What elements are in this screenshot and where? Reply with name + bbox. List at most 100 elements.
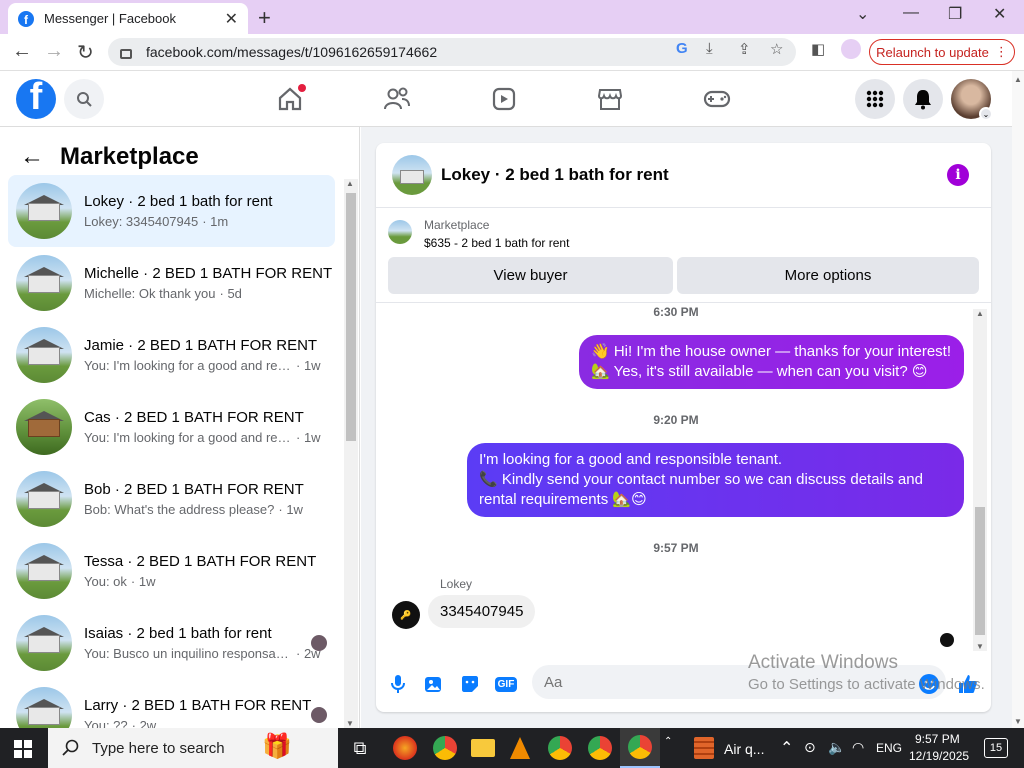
tab-search-chevron-icon[interactable]: ⌄ <box>856 4 869 24</box>
microphone-icon[interactable] <box>386 672 410 696</box>
show-hidden-icons[interactable]: ⌃ <box>780 738 793 758</box>
notification-center-icon[interactable]: 15 <box>984 738 1008 758</box>
weather-icon <box>694 737 714 759</box>
browser-tab[interactable]: f Messenger | Facebook ✕ <box>8 3 248 34</box>
conversation-item[interactable]: Bob · 2 BED 1 BATH FOR RENT Bob: What's … <box>8 463 335 535</box>
relaunch-button[interactable]: Relaunch to update ⋮ <box>869 39 1015 65</box>
volume-icon[interactable]: 🔈 <box>828 739 845 756</box>
account-avatar[interactable]: ⌄ <box>951 79 993 121</box>
chevron-down-icon: ⌄ <box>979 107 993 121</box>
reload-icon[interactable]: ↻ <box>77 40 94 65</box>
chrome-profile-icon[interactable] <box>580 728 620 768</box>
conversation-preview: Lokey: 3345407945 <box>84 214 199 229</box>
friends-icon[interactable] <box>382 84 412 114</box>
listing-thumbnail[interactable] <box>388 220 412 244</box>
conversation-age: · 5d <box>219 286 242 301</box>
timestamp: 9:57 PM <box>653 541 699 555</box>
maximize-icon[interactable]: ❐ <box>948 4 962 24</box>
conversation-age: · 1w <box>296 358 321 373</box>
google-icon[interactable]: G <box>676 40 688 57</box>
taskbar-search[interactable]: Type here to search 🎁 <box>48 728 338 768</box>
conversation-item[interactable]: Michelle · 2 BED 1 BATH FOR RENT Michell… <box>8 247 335 319</box>
side-panel-icon[interactable]: ◧ <box>811 40 825 58</box>
photo-gallery-icon[interactable] <box>422 672 446 696</box>
scrollbar-thumb[interactable] <box>975 507 985 635</box>
info-icon[interactable]: i <box>947 164 969 186</box>
listing-price-title[interactable]: $635 - 2 bed 1 bath for rent <box>424 236 569 250</box>
outgoing-message[interactable]: 👋 Hi! I'm the house owner — thanks for y… <box>579 335 964 389</box>
conversation-item[interactable]: Cas · 2 BED 1 BATH FOR RENT You: I'm loo… <box>8 391 335 463</box>
scroll-down-icon[interactable]: ▼ <box>346 719 354 728</box>
more-options-button[interactable]: More options <box>677 257 979 294</box>
conversation-preview: You: ok <box>84 574 127 589</box>
scroll-down-icon[interactable]: ▼ <box>976 642 984 651</box>
incoming-message[interactable]: 3345407945 <box>428 595 536 628</box>
seen-avatar <box>311 707 327 723</box>
windows-start-icon[interactable] <box>14 740 32 758</box>
scroll-down-icon[interactable]: ▼ <box>1014 717 1022 726</box>
conversation-item[interactable]: Jamie · 2 BED 1 BATH FOR RENT You: I'm l… <box>8 319 335 391</box>
outgoing-message[interactable]: I'm looking for a good and responsible t… <box>467 443 964 517</box>
conversation-item[interactable]: Larry · 2 BED 1 BATH FOR RENT You: ?? · 2… <box>8 679 335 728</box>
back-arrow-icon[interactable]: ← <box>20 143 44 171</box>
conversation-name: Bob · 2 BED 1 BATH FOR RENT <box>84 481 304 498</box>
task-view-icon[interactable]: ⧉ <box>340 728 380 768</box>
minimize-icon[interactable]: — <box>903 4 919 22</box>
clock-time[interactable]: 9:57 PM <box>915 732 960 746</box>
chrome-active-icon[interactable] <box>620 728 660 768</box>
marketplace-icon[interactable] <box>595 84 625 114</box>
back-arrow-icon[interactable]: ← <box>12 40 32 63</box>
scrollbar-thumb[interactable] <box>346 193 356 441</box>
gif-icon[interactable]: GIF <box>494 672 518 696</box>
listing-thumbnail <box>16 687 72 728</box>
conversation-item[interactable]: Lokey · 2 bed 1 bath for rent Lokey: 334… <box>8 175 335 247</box>
sidebar-scrollbar[interactable]: ▲ ▼ <box>344 179 358 728</box>
search-button[interactable] <box>64 79 104 119</box>
file-explorer-icon[interactable] <box>463 728 503 768</box>
sender-avatar[interactable]: 🔑 <box>392 601 420 629</box>
clock-date[interactable]: 12/19/2025 <box>909 749 969 763</box>
conversation-age: · 1w <box>278 502 303 517</box>
bookmark-star-icon[interactable]: ☆ <box>770 40 783 58</box>
new-tab-icon[interactable]: + <box>258 5 271 31</box>
address-bar[interactable]: facebook.com/messages/t/1096162659174662 <box>108 38 796 66</box>
chrome-app-icon[interactable] <box>425 728 465 768</box>
chat-avatar[interactable] <box>392 155 432 195</box>
scroll-up-icon[interactable]: ▲ <box>976 309 984 318</box>
facebook-favicon-icon: f <box>18 10 34 27</box>
message-line: 🏡 Yes, it's still available — when can y… <box>591 363 928 380</box>
menu-grid-button[interactable] <box>855 79 895 119</box>
vlc-app-icon[interactable] <box>500 728 540 768</box>
network-icon[interactable]: ⊙ <box>804 739 816 756</box>
page-scrollbar[interactable]: ▲ ▼ <box>1012 71 1024 728</box>
chat-scrollbar[interactable]: ▲ ▼ <box>973 309 987 651</box>
gaming-icon[interactable] <box>702 84 732 114</box>
close-window-icon[interactable]: ✕ <box>993 4 1006 24</box>
more-menu-icon: ⋮ <box>994 44 1008 59</box>
language-indicator[interactable]: ENG <box>876 741 902 755</box>
taskbar-overflow-icon[interactable]: ⌃ <box>664 736 672 747</box>
chat-title[interactable]: Lokey · 2 bed 1 bath for rent <box>441 165 669 185</box>
forward-arrow-icon[interactable]: → <box>44 40 64 63</box>
share-icon[interactable]: ⇪ <box>738 40 751 58</box>
profile-icon[interactable] <box>841 39 861 59</box>
conversation-item[interactable]: Isaias · 2 bed 1 bath for rent You: Busc… <box>8 607 335 679</box>
close-tab-icon[interactable]: ✕ <box>225 9 238 29</box>
scroll-up-icon[interactable]: ▲ <box>346 179 354 188</box>
conversation-preview: You: I'm looking for a good and responsi… <box>84 430 292 445</box>
tab-title: Messenger | Facebook <box>44 11 176 26</box>
weather-label[interactable]: Air q... <box>724 741 764 757</box>
install-app-icon[interactable]: ⤓ <box>706 40 713 57</box>
listing-thumbnail <box>16 615 72 671</box>
sticker-icon[interactable] <box>458 672 482 696</box>
chrome-profile-icon[interactable] <box>540 728 580 768</box>
notifications-button[interactable] <box>903 79 943 119</box>
wifi-icon[interactable]: ◠ <box>852 739 864 756</box>
conversation-item[interactable]: Tessa · 2 BED 1 BATH FOR RENT You: ok · 1… <box>8 535 335 607</box>
paint-app-icon[interactable] <box>385 728 425 768</box>
view-buyer-button[interactable]: View buyer <box>388 257 673 294</box>
scroll-up-icon[interactable]: ▲ <box>1014 75 1022 84</box>
watch-video-icon[interactable] <box>489 84 519 114</box>
facebook-logo-icon[interactable]: f <box>16 79 56 119</box>
listing-thumbnail <box>16 399 72 455</box>
